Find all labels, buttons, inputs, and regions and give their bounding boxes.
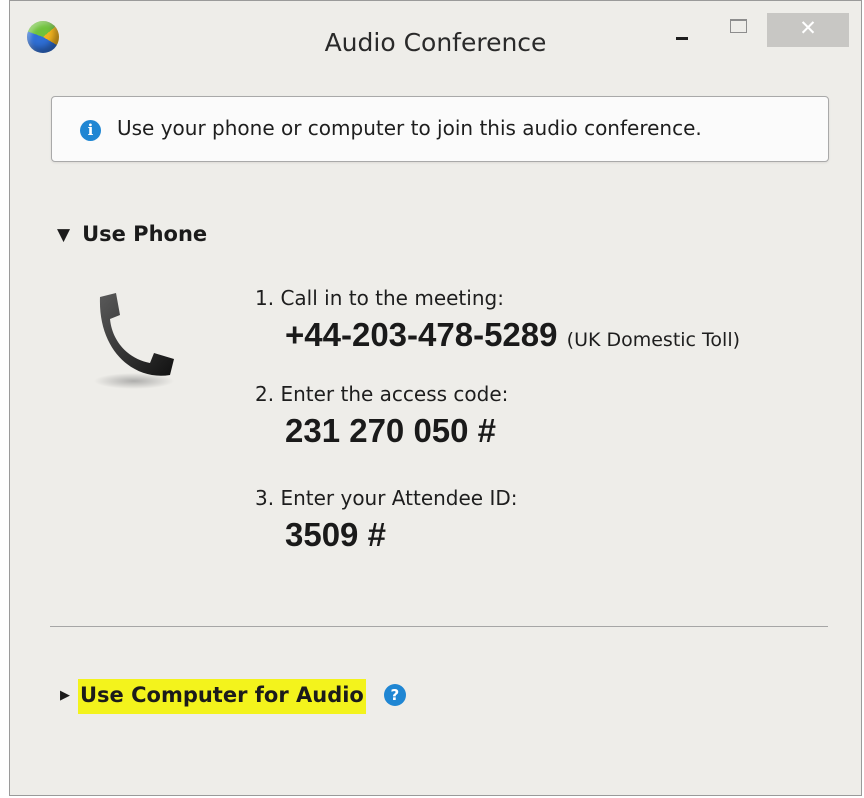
step-attendee-id: 3. Enter your Attendee ID: 3509 # [255,486,740,554]
step-label: 3. Enter your Attendee ID: [255,486,518,510]
step-label: 1. Call in to the meeting: [255,286,504,310]
close-icon: ✕ [799,16,817,40]
access-code[interactable]: 231 270 050 # [285,412,740,450]
expand-triangle-icon: ▶ [60,688,70,703]
info-banner: i Use your phone or computer to join thi… [51,96,829,162]
help-icon[interactable]: ? [383,684,406,706]
phone-number-value: +44-203-478-5289 [285,316,558,353]
step-access-code: 2. Enter the access code: 231 270 050 # [255,382,740,450]
step-label: 2. Enter the access code: [255,382,509,406]
close-button[interactable]: ✕ [767,13,849,47]
phone-steps: 1. Call in to the meeting: +44-203-478-5… [255,286,740,554]
use-phone-label: Use Phone [82,222,208,246]
minimize-icon [676,37,688,40]
section-divider [50,626,828,627]
attendee-id[interactable]: 3509 # [285,516,740,554]
phone-number[interactable]: +44-203-478-5289 (UK Domestic Toll) [285,316,740,354]
minimize-button[interactable] [660,13,702,47]
info-icon: i [80,120,101,141]
maximize-button[interactable] [722,13,758,47]
toll-note: (UK Domestic Toll) [566,329,741,351]
phone-handset-icon [94,293,174,389]
step-call-in: 1. Call in to the meeting: +44-203-478-5… [255,286,740,354]
use-phone-toggle[interactable]: ▼ Use Phone [57,222,207,252]
use-computer-label: Use Computer for Audio [78,679,366,714]
maximize-icon [730,19,747,33]
title-bar[interactable]: Audio Conference ✕ [10,1,861,83]
info-text: Use your phone or computer to join this … [117,116,702,140]
audio-conference-window: Audio Conference ✕ i Use your phone or c… [9,0,862,796]
use-computer-toggle[interactable]: ▶ Use Computer for Audio? [60,679,406,714]
collapse-triangle-icon: ▼ [57,225,71,245]
